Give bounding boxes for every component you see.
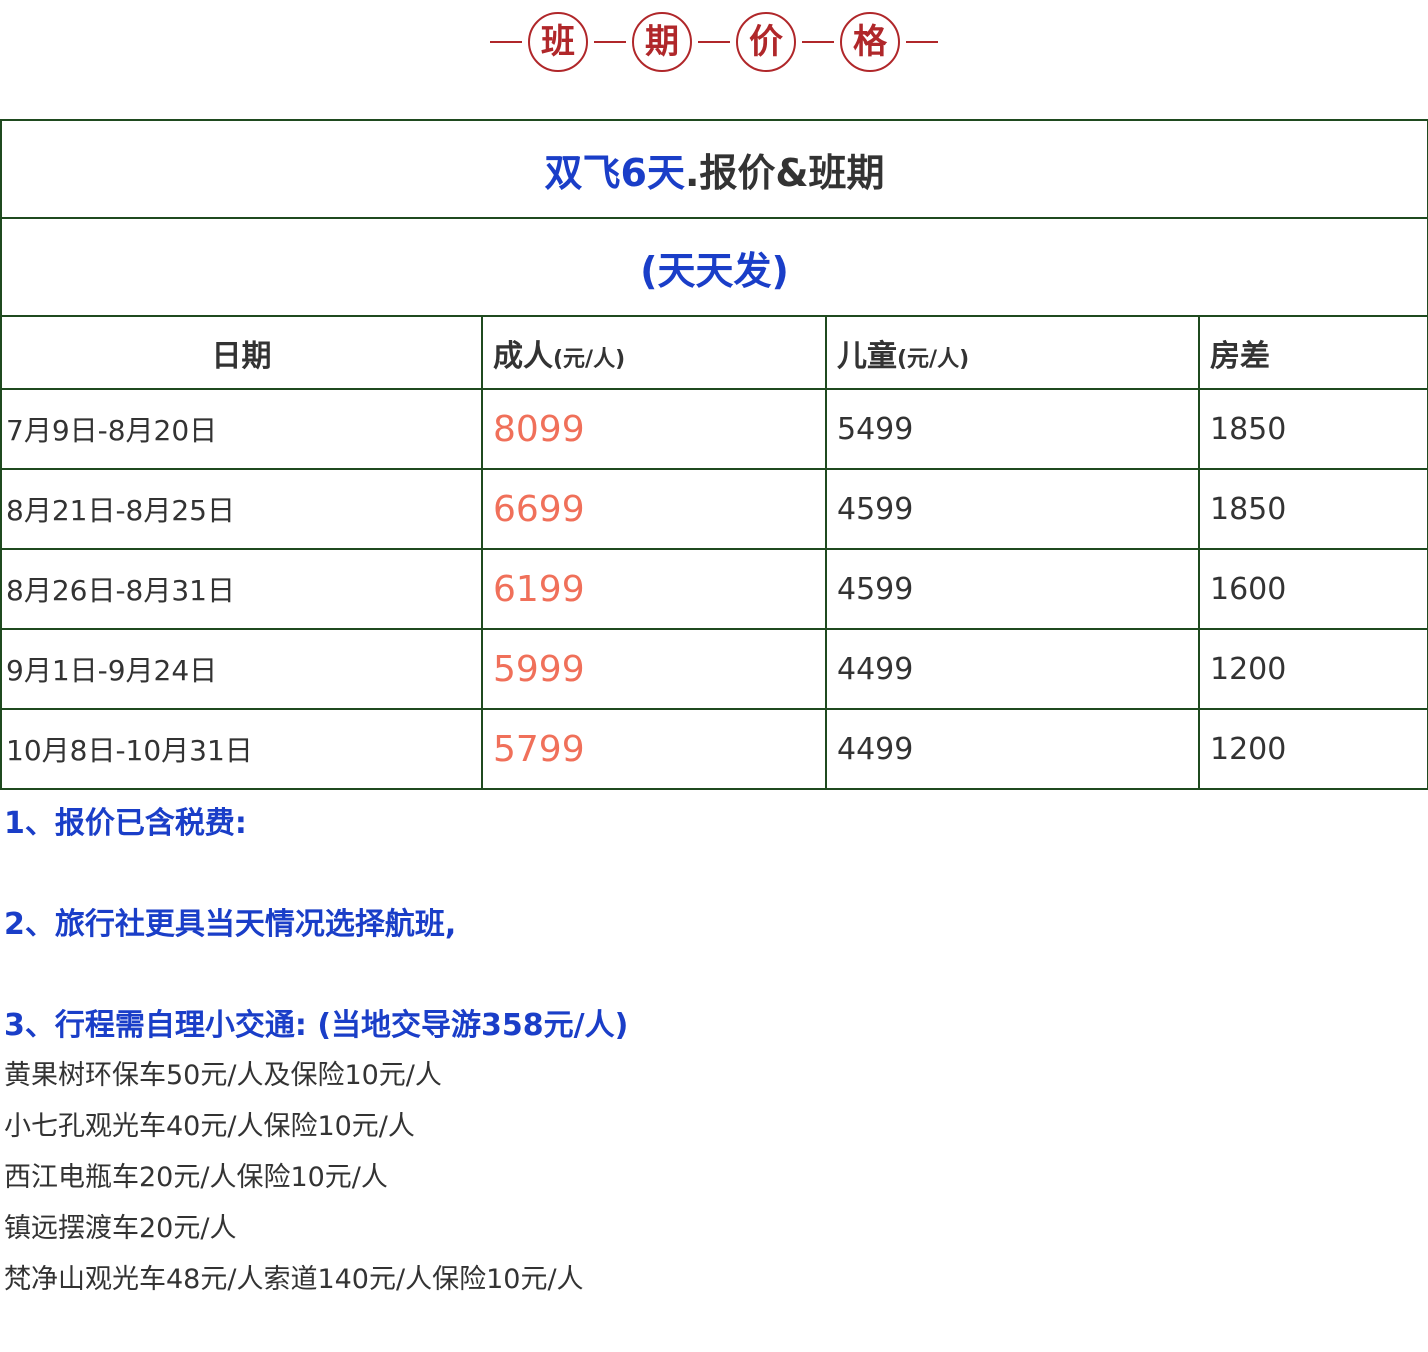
cell-room-diff: 1600	[1197, 548, 1428, 630]
table-row: 8月21日-8月25日 6699 4599 1850	[0, 468, 1428, 550]
table-row: 7月9日-8月20日 8099 5499 1850	[0, 388, 1428, 470]
table-row: 9月1日-9月24日 5999 4499 1200	[0, 628, 1428, 710]
cell-date: 8月26日-8月31日	[0, 548, 483, 630]
cell-child-price: 4599	[825, 468, 1200, 550]
cell-date: 9月1日-9月24日	[0, 628, 483, 710]
column-header-adult: 成人(元/人)	[481, 315, 827, 390]
cell-child-price: 4499	[825, 628, 1200, 710]
table-subtitle-row: (天天发)	[0, 217, 1428, 317]
note-item: 1、报价已含税费:	[4, 806, 247, 841]
section-header: 班 期 价 格	[0, 10, 1428, 74]
column-header-child-unit: (元/人)	[897, 346, 970, 372]
table-row: 8月26日-8月31日 6199 4599 1600	[0, 548, 1428, 630]
notes-section: 1、报价已含税费: 2、旅行社更具当天情况选择航班, 3、行程需自理小交通: (…	[4, 800, 1404, 1305]
note-spacer	[4, 949, 1404, 1002]
table-title: 双飞6天.报价&班期	[0, 119, 1428, 219]
cell-child-price: 4599	[825, 548, 1200, 630]
column-header-child: 儿童(元/人)	[825, 315, 1200, 390]
divider-dash	[594, 41, 626, 43]
table-row: 10月8日-10月31日 5799 4499 1200	[0, 708, 1428, 790]
price-table: 双飞6天.报价&班期 (天天发) 日期 成人(元/人) 儿童(元/人) 房差 7…	[0, 119, 1428, 790]
table-title-row: 双飞6天.报价&班期	[0, 119, 1428, 219]
cell-adult-price: 8099	[481, 388, 827, 470]
note-detail: 黄果树环保车50元/人及保险10元/人	[4, 1060, 442, 1091]
header-badge: 期	[632, 12, 692, 72]
column-header-child-label: 儿童	[837, 338, 897, 374]
note-detail: 西江电瓶车20元/人保险10元/人	[4, 1162, 388, 1193]
cell-child-price: 5499	[825, 388, 1200, 470]
table-header-row: 日期 成人(元/人) 儿童(元/人) 房差	[0, 315, 1428, 390]
cell-room-diff: 1200	[1197, 628, 1428, 710]
cell-child-price: 4499	[825, 708, 1200, 790]
divider-dash	[802, 41, 834, 43]
table-title-suffix: .报价&班期	[684, 150, 885, 195]
cell-room-diff: 1850	[1197, 388, 1428, 470]
note-detail: 梵净山观光车48元/人索道140元/人保险10元/人	[4, 1264, 584, 1295]
cell-adult-price: 5799	[481, 708, 827, 790]
header-badge: 价	[736, 12, 796, 72]
note-detail: 小七孔观光车40元/人保险10元/人	[4, 1111, 415, 1142]
divider-dash	[698, 41, 730, 43]
column-header-adult-unit: (元/人)	[553, 346, 626, 372]
column-header-date: 日期	[0, 315, 483, 390]
cell-date: 7月9日-8月20日	[0, 388, 483, 470]
divider-dash	[490, 41, 522, 43]
header-badge: 班	[528, 12, 588, 72]
note-item: 2、旅行社更具当天情况选择航班,	[4, 907, 457, 942]
note-detail: 镇远摆渡车20元/人	[4, 1213, 237, 1244]
cell-room-diff: 1200	[1197, 708, 1428, 790]
note-item: 3、行程需自理小交通: (当地交导游358元/人)	[4, 1008, 629, 1043]
page: 班 期 价 格 双飞6天.报价&班期 (天天发) 日期 成人(元/人) 儿童(元…	[0, 0, 1428, 1352]
cell-adult-price: 6199	[481, 548, 827, 630]
divider-dash	[906, 41, 938, 43]
cell-date: 10月8日-10月31日	[0, 708, 483, 790]
header-badge: 格	[840, 12, 900, 72]
column-header-adult-label: 成人	[493, 338, 553, 374]
column-header-room: 房差	[1197, 315, 1428, 390]
table-title-product: 双飞6天	[544, 150, 685, 195]
cell-adult-price: 6699	[481, 468, 827, 550]
cell-adult-price: 5999	[481, 628, 827, 710]
table-subtitle: (天天发)	[0, 217, 1428, 317]
cell-room-diff: 1850	[1197, 468, 1428, 550]
note-spacer	[4, 848, 1404, 901]
cell-date: 8月21日-8月25日	[0, 468, 483, 550]
